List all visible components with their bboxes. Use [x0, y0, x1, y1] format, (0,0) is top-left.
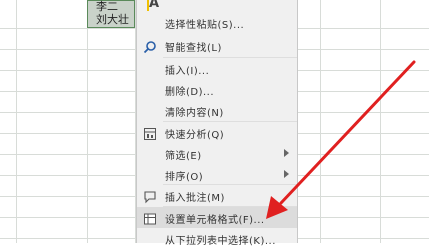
arrow-shaft — [279, 60, 416, 205]
red-arrow-annotation — [266, 60, 416, 219]
